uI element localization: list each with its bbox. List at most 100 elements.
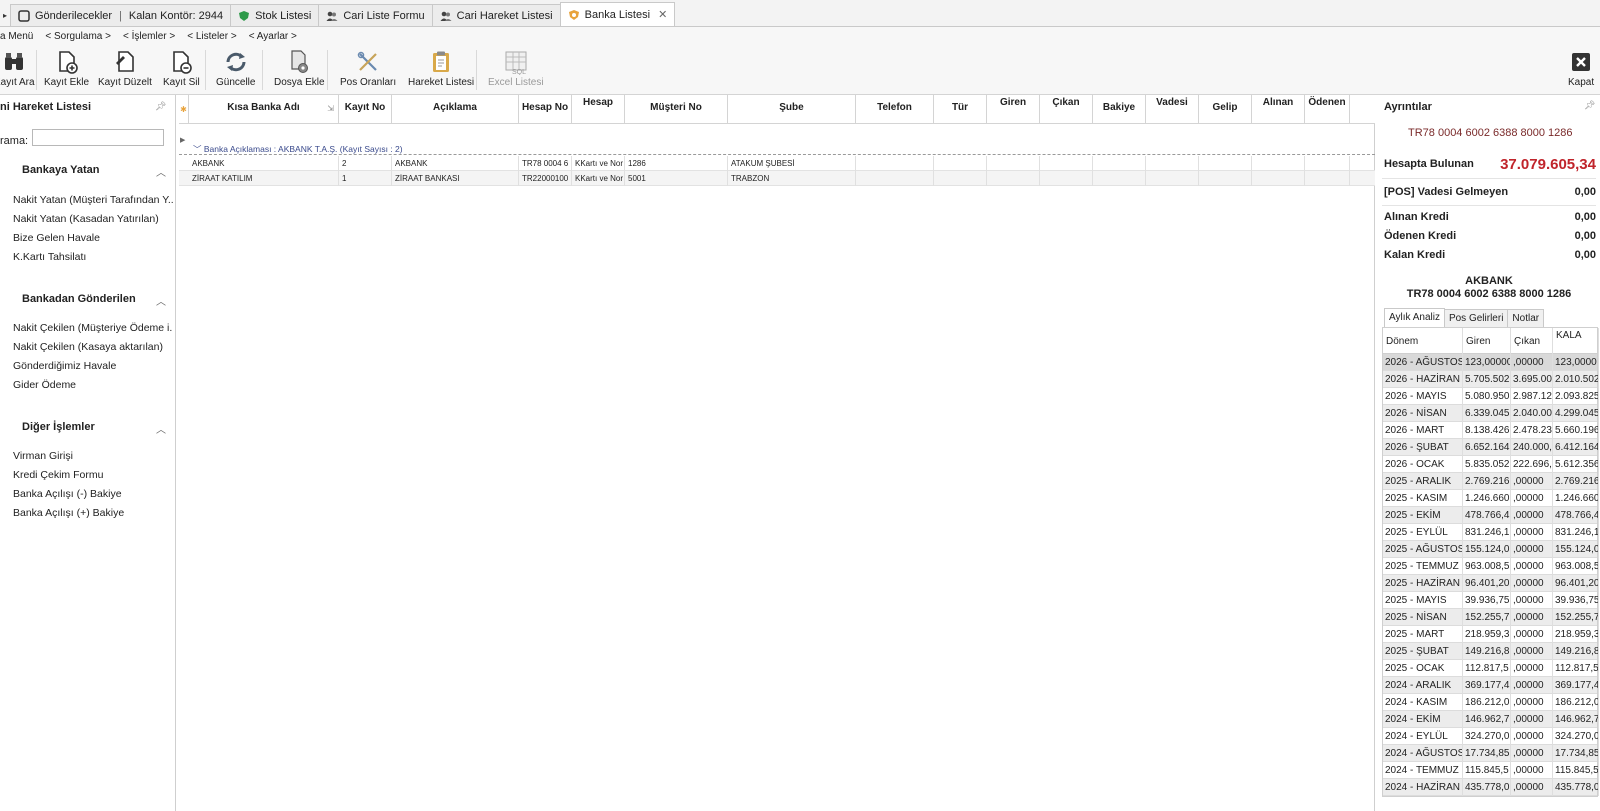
table-cell[interactable]: [1146, 156, 1199, 171]
analysis-cell[interactable]: 2025 - EYLÜL: [1383, 524, 1463, 541]
column-header[interactable]: Ödenen: [1305, 95, 1350, 124]
grid-corner-icon[interactable]: ✱: [179, 95, 189, 124]
analysis-cell[interactable]: 186.212,0: [1463, 694, 1511, 711]
analysis-row[interactable]: 2024 - EKİM 146.962,7,00000 146.962,7: [1383, 711, 1599, 728]
analysis-row[interactable]: 2025 - EKİM 478.766,4,00000 478.766,4: [1383, 507, 1599, 524]
column-header[interactable]: Vadesi: [1146, 95, 1199, 124]
analysis-row[interactable]: 2024 - KASIM 186.212,0,00000 186.212,0: [1383, 694, 1599, 711]
tab-aylik-analiz[interactable]: Aylık Analiz: [1384, 308, 1445, 327]
analysis-cell[interactable]: 39.936,75: [1553, 592, 1599, 609]
analysis-cell[interactable]: 5.705.502: [1463, 371, 1511, 388]
column-header[interactable]: Gelip: [1199, 95, 1252, 124]
table-cell[interactable]: TR22000100: [519, 171, 572, 186]
analysis-cell[interactable]: 2024 - ARALIK: [1383, 677, 1463, 694]
kayit-ekle-button[interactable]: Kayıt Ekle: [44, 48, 89, 92]
analysis-row[interactable]: 2024 - TEMMUZ 115.845,5,00000 115.845,5: [1383, 762, 1599, 779]
pos-oranlari-button[interactable]: Pos Oranları: [340, 48, 396, 92]
kayit-ara-button[interactable]: Kayıt Ara: [0, 48, 35, 92]
analysis-cell[interactable]: 2024 - KASIM: [1383, 694, 1463, 711]
group-row[interactable]: ﹀ Banka Açıklaması : AKBANK T.A.Ş. (Kayı…: [179, 125, 1375, 158]
analysis-cell[interactable]: ,00000: [1511, 762, 1553, 779]
analysis-cell[interactable]: ,00000: [1511, 626, 1553, 643]
analysis-row[interactable]: 2026 - OCAK5.835.052222.696,05.612.356: [1383, 456, 1599, 473]
analysis-cell[interactable]: 2025 - MART: [1383, 626, 1463, 643]
analysis-cell[interactable]: 146.962,7: [1463, 711, 1511, 728]
kayit-duzelt-button[interactable]: Kayıt Düzelt: [98, 48, 152, 92]
table-row[interactable]: ZİRAAT KATILIM 1 ZİRAAT BANKASI TR220001…: [179, 171, 1375, 186]
analysis-cell[interactable]: 2026 - ŞUBAT: [1383, 439, 1463, 456]
table-cell[interactable]: TR78 0004 6: [519, 156, 572, 171]
table-cell[interactable]: ZİRAAT KATILIM: [189, 171, 339, 186]
analysis-cell[interactable]: 2026 - MAYIS: [1383, 388, 1463, 405]
analysis-cell[interactable]: 2.769.216: [1553, 473, 1599, 490]
analysis-cell[interactable]: 369.177,4: [1463, 677, 1511, 694]
analysis-cell[interactable]: 5.080.950: [1463, 388, 1511, 405]
search-input[interactable]: [32, 129, 164, 146]
nav-item-banka-acilisi-arti[interactable]: Banka Açılışı (+) Bakiye: [13, 507, 173, 519]
chevron-up-icon[interactable]: ︿: [156, 421, 166, 436]
table-cell[interactable]: [1093, 171, 1146, 186]
column-header[interactable]: Telefon: [856, 95, 934, 124]
analysis-cell[interactable]: 2024 - EKİM: [1383, 711, 1463, 728]
analysis-cell[interactable]: 2.093.825: [1553, 388, 1599, 405]
analysis-cell[interactable]: 2025 - TEMMUZ: [1383, 558, 1463, 575]
analysis-cell[interactable]: 963.008,5: [1553, 558, 1599, 575]
table-cell[interactable]: [1093, 156, 1146, 171]
analysis-cell[interactable]: 155.124,0: [1553, 541, 1599, 558]
tab-stok-listesi[interactable]: Stok Listesi: [230, 4, 320, 26]
hareket-listesi-button[interactable]: Hareket Listesi: [408, 48, 474, 92]
table-cell[interactable]: 1: [339, 171, 392, 186]
analysis-row[interactable]: 2025 - KASIM 1.246.660,00000 1.246.660: [1383, 490, 1599, 507]
analysis-cell[interactable]: 1.246.660: [1553, 490, 1599, 507]
analysis-row[interactable]: 2025 - MAYIS 39.936,75,00000 39.936,75: [1383, 592, 1599, 609]
analysis-cell[interactable]: 39.936,75: [1463, 592, 1511, 609]
column-header[interactable]: Kısa Banka Adı ⇲: [189, 95, 339, 124]
analysis-cell[interactable]: 2025 - HAZİRAN: [1383, 575, 1463, 592]
tab-cari-hareket-listesi[interactable]: Cari Hareket Listesi: [431, 4, 561, 26]
analysis-cell[interactable]: 2026 - MART: [1383, 422, 1463, 439]
analysis-cell[interactable]: ,00000: [1511, 558, 1553, 575]
analysis-row[interactable]: 2026 - AĞUSTOS 123,00000,00000 123,0000: [1383, 354, 1599, 371]
analysis-row[interactable]: 2025 - AĞUSTOS 155.124,0,00000 155.124,0: [1383, 541, 1599, 558]
analysis-cell[interactable]: ,00000: [1511, 643, 1553, 660]
table-cell[interactable]: AKBANK: [392, 156, 519, 171]
menu-ana-menu[interactable]: a Menü: [0, 31, 33, 42]
analysis-row[interactable]: 2025 - MART 218.959,3,00000 218.959,3: [1383, 626, 1599, 643]
analysis-row[interactable]: 2026 - MAYIS5.080.9502.987.1252.093.825: [1383, 388, 1599, 405]
table-cell[interactable]: [1305, 171, 1350, 186]
analysis-cell[interactable]: 8.138.426: [1463, 422, 1511, 439]
nav-item-nakit-yatan-musteri[interactable]: Nakit Yatan (Müşteri Tarafından Y...: [13, 194, 173, 206]
column-header[interactable]: Hesap No: [519, 95, 572, 124]
analysis-row[interactable]: 2025 - OCAK 112.817,5,00000 112.817,5: [1383, 660, 1599, 677]
analysis-cell[interactable]: 149.216,8: [1553, 643, 1599, 660]
analysis-cell[interactable]: 149.216,8: [1463, 643, 1511, 660]
analysis-cell[interactable]: ,00000: [1511, 592, 1553, 609]
analysis-cell[interactable]: 2026 - AĞUSTOS: [1383, 354, 1463, 371]
analysis-row[interactable]: 2025 - HAZİRAN 96.401,20,00000 96.401,20: [1383, 575, 1599, 592]
analysis-cell[interactable]: 123,00000: [1463, 354, 1511, 371]
analysis-cell[interactable]: 1.246.660: [1463, 490, 1511, 507]
analysis-cell[interactable]: 2024 - AĞUSTOS: [1383, 745, 1463, 762]
analysis-cell[interactable]: 17.734,85: [1463, 745, 1511, 762]
analysis-row[interactable]: 2024 - ARALIK 369.177,4,00000 369.177,4: [1383, 677, 1599, 694]
analysis-cell[interactable]: 6.652.164: [1463, 439, 1511, 456]
kapat-button[interactable]: Kapat: [1568, 48, 1594, 92]
table-cell[interactable]: [934, 171, 987, 186]
analysis-cell[interactable]: 2024 - EYLÜL: [1383, 728, 1463, 745]
analysis-cell[interactable]: 963.008,5: [1463, 558, 1511, 575]
analysis-cell[interactable]: 478.766,4: [1553, 507, 1599, 524]
column-header[interactable]: Çıkan: [1511, 328, 1553, 354]
pin-icon[interactable]: 📌︎: [1584, 100, 1595, 111]
analysis-cell[interactable]: ,00000: [1511, 728, 1553, 745]
table-cell[interactable]: ATAKUM ŞUBESİ: [728, 156, 856, 171]
analysis-row[interactable]: 2026 - ŞUBAT6.652.164240.000,06.412.164: [1383, 439, 1599, 456]
analysis-row[interactable]: 2025 - NİSAN 152.255,7,00000 152.255,7: [1383, 609, 1599, 626]
menu-listeler[interactable]: < Listeler >: [187, 31, 236, 42]
nav-item-gonderdigimiz-havale[interactable]: Gönderdiğimiz Havale: [13, 360, 173, 372]
analysis-cell[interactable]: 2026 - NİSAN: [1383, 405, 1463, 422]
nav-item-nakit-yatan-kasa[interactable]: Nakit Yatan (Kasadan Yatırılan): [13, 213, 173, 225]
table-cell[interactable]: [1252, 171, 1305, 186]
analysis-cell[interactable]: 2024 - HAZİRAN: [1383, 779, 1463, 796]
analysis-row[interactable]: 2025 - ARALIK 2.769.216,00000 2.769.216: [1383, 473, 1599, 490]
analysis-cell[interactable]: 2025 - NİSAN: [1383, 609, 1463, 626]
